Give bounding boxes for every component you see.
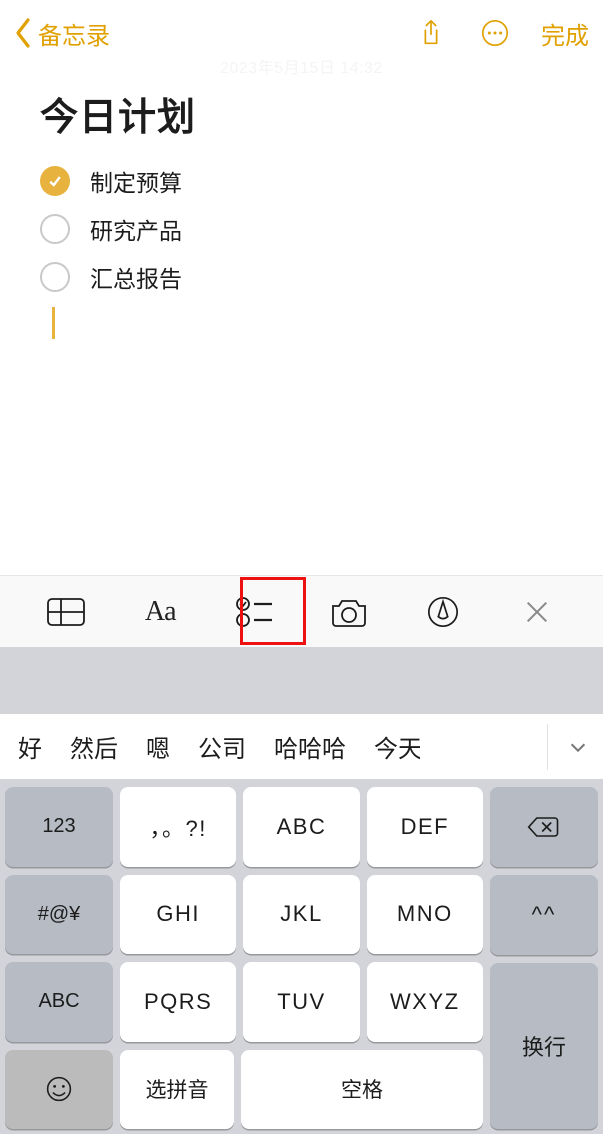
checklist-item[interactable]: 制定预算 <box>40 157 563 205</box>
key-emoji[interactable] <box>5 1050 113 1130</box>
note-title[interactable]: 今日计划 <box>40 86 563 141</box>
key-mno[interactable]: MNO <box>367 875 483 955</box>
key-return[interactable]: 换行 <box>490 963 598 1129</box>
camera-button[interactable] <box>325 588 373 636</box>
check-circle-icon[interactable] <box>40 214 70 244</box>
done-button[interactable]: 完成 <box>541 16 589 51</box>
text-cursor <box>52 307 55 339</box>
text-format-button[interactable]: Aa <box>136 588 184 636</box>
key-space[interactable]: 空格 <box>241 1050 483 1130</box>
back-button[interactable]: 备忘录 <box>14 16 110 51</box>
keyboard: 123 #@¥ ABC ，。?! ABC DEF GHI JKL MNO PQR… <box>0 779 603 1134</box>
checklist-button[interactable] <box>230 588 278 636</box>
table-button[interactable] <box>42 588 90 636</box>
note-body[interactable]: 今日计划 制定预算 研究产品 汇总报告 <box>0 66 603 339</box>
expand-candidates-button[interactable] <box>547 724 593 770</box>
checklist-text[interactable]: 制定预算 <box>90 164 182 198</box>
candidate-word[interactable]: 公司 <box>198 729 246 764</box>
candidate-word[interactable]: 哈哈哈 <box>274 729 346 764</box>
checklist-item[interactable]: 汇总报告 <box>40 253 563 301</box>
key-123[interactable]: 123 <box>5 787 113 867</box>
share-button[interactable] <box>413 15 449 51</box>
key-wxyz[interactable]: WXYZ <box>367 962 483 1042</box>
candidate-bar: 好 然后 嗯 公司 哈哈哈 今天 <box>0 713 603 779</box>
key-def[interactable]: DEF <box>367 787 483 867</box>
key-jkl[interactable]: JKL <box>243 875 359 955</box>
close-toolbar-button[interactable] <box>513 588 561 636</box>
key-tuv[interactable]: TUV <box>243 962 359 1042</box>
key-abc2[interactable]: ABC <box>243 787 359 867</box>
candidate-word[interactable]: 好 <box>18 729 42 764</box>
key-ghi[interactable]: GHI <box>120 875 236 955</box>
more-button[interactable] <box>477 15 513 51</box>
checklist-text[interactable]: 研究产品 <box>90 212 182 246</box>
back-label: 备忘录 <box>38 16 110 51</box>
key-select-pinyin[interactable]: 选拼音 <box>120 1050 234 1130</box>
markup-button[interactable] <box>419 588 467 636</box>
key-abc[interactable]: ABC <box>5 962 113 1042</box>
key-backspace[interactable] <box>490 787 598 867</box>
keyboard-spacer <box>0 647 603 713</box>
checklist-text[interactable]: 汇总报告 <box>90 260 182 294</box>
key-face[interactable]: ^^ <box>490 875 598 955</box>
check-circle-icon[interactable] <box>40 166 70 196</box>
checklist-item[interactable]: 研究产品 <box>40 205 563 253</box>
key-pqrs[interactable]: PQRS <box>120 962 236 1042</box>
key-punct[interactable]: ，。?! <box>120 787 236 867</box>
format-toolbar: Aa <box>0 575 603 647</box>
key-symbols[interactable]: #@¥ <box>5 875 113 955</box>
note-date: 2023年5月15日 14:32 <box>0 54 603 78</box>
candidate-word[interactable]: 然后 <box>70 729 118 764</box>
candidate-word[interactable]: 今天 <box>374 729 420 764</box>
candidate-word[interactable]: 嗯 <box>146 729 170 764</box>
chevron-left-icon <box>14 16 34 50</box>
check-circle-icon[interactable] <box>40 262 70 292</box>
